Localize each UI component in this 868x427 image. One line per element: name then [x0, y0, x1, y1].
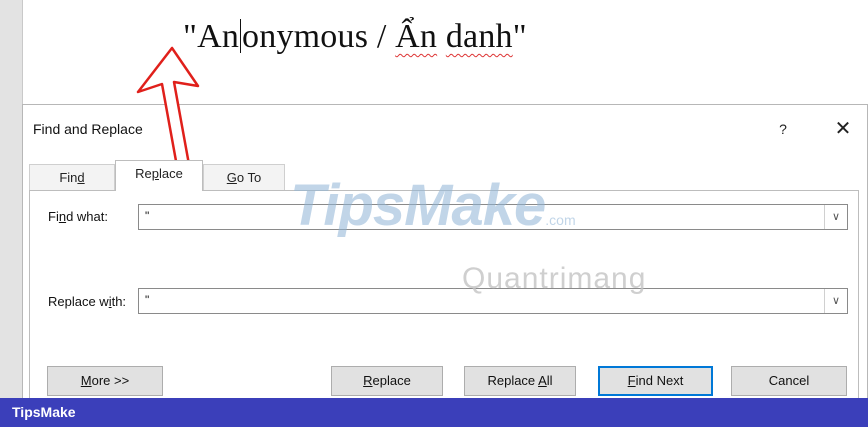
close-icon[interactable]: ✕ — [829, 115, 857, 143]
more-button[interactable]: More >> — [47, 366, 163, 396]
doc-text-word2: Ẩn — [395, 18, 438, 55]
help-button[interactable]: ? — [771, 117, 795, 141]
tab-find-accesskey: d — [77, 170, 85, 185]
tab-replace-accesskey: p — [151, 166, 159, 181]
doc-text-space — [437, 18, 446, 55]
replace-all-button[interactable]: Replace All — [464, 366, 576, 396]
doc-text-start: "An — [183, 18, 240, 55]
tipsmake-watermark: TipsMake.com — [290, 173, 576, 238]
replace-with-value[interactable]: " — [145, 293, 149, 307]
doc-text-word3: danh — [445, 18, 513, 55]
document-page[interactable]: "Anonymous / Ẩn danh" — [22, 0, 868, 110]
dialog-titlebar[interactable]: Find and Replace ? ✕ — [23, 105, 867, 151]
replace-with-label: Replace with: — [48, 294, 127, 309]
footer-bar: TipsMake — [0, 398, 868, 427]
find-what-label: Find what: — [48, 209, 108, 224]
replace-with-dropdown-icon[interactable]: ∨ — [824, 289, 847, 313]
tab-go-to[interactable]: Go To — [203, 164, 285, 190]
text-caret — [240, 19, 242, 53]
document-gutter — [0, 0, 22, 427]
find-what-dropdown-icon[interactable]: ∨ — [824, 205, 847, 229]
tab-goto-accesskey: G — [226, 170, 237, 185]
find-replace-dialog: Find and Replace ? ✕ Find Replace Go To … — [22, 104, 868, 427]
quantrimang-watermark: Quantrimang — [462, 262, 647, 295]
doc-text-sep: / — [368, 18, 396, 55]
tab-replace-label: Re — [135, 166, 152, 181]
tab-find[interactable]: Find — [29, 164, 115, 190]
cancel-button[interactable]: Cancel — [731, 366, 847, 396]
find-what-value[interactable]: " — [145, 209, 149, 223]
dialog-title: Find and Replace — [33, 121, 143, 137]
tab-replace-label-rest: lace — [159, 166, 183, 181]
tab-replace[interactable]: Replace — [115, 160, 203, 191]
footer-label: TipsMake — [12, 404, 76, 420]
tab-goto-label-rest: o To — [236, 170, 262, 185]
doc-text-close: " — [512, 18, 527, 55]
tab-find-label: Fin — [59, 170, 78, 185]
find-next-button[interactable]: Find Next — [598, 366, 713, 396]
document-text[interactable]: "Anonymous / Ẩn danh" — [183, 18, 527, 56]
doc-text-word1: onymous — [242, 18, 369, 55]
replace-button[interactable]: Replace — [331, 366, 443, 396]
